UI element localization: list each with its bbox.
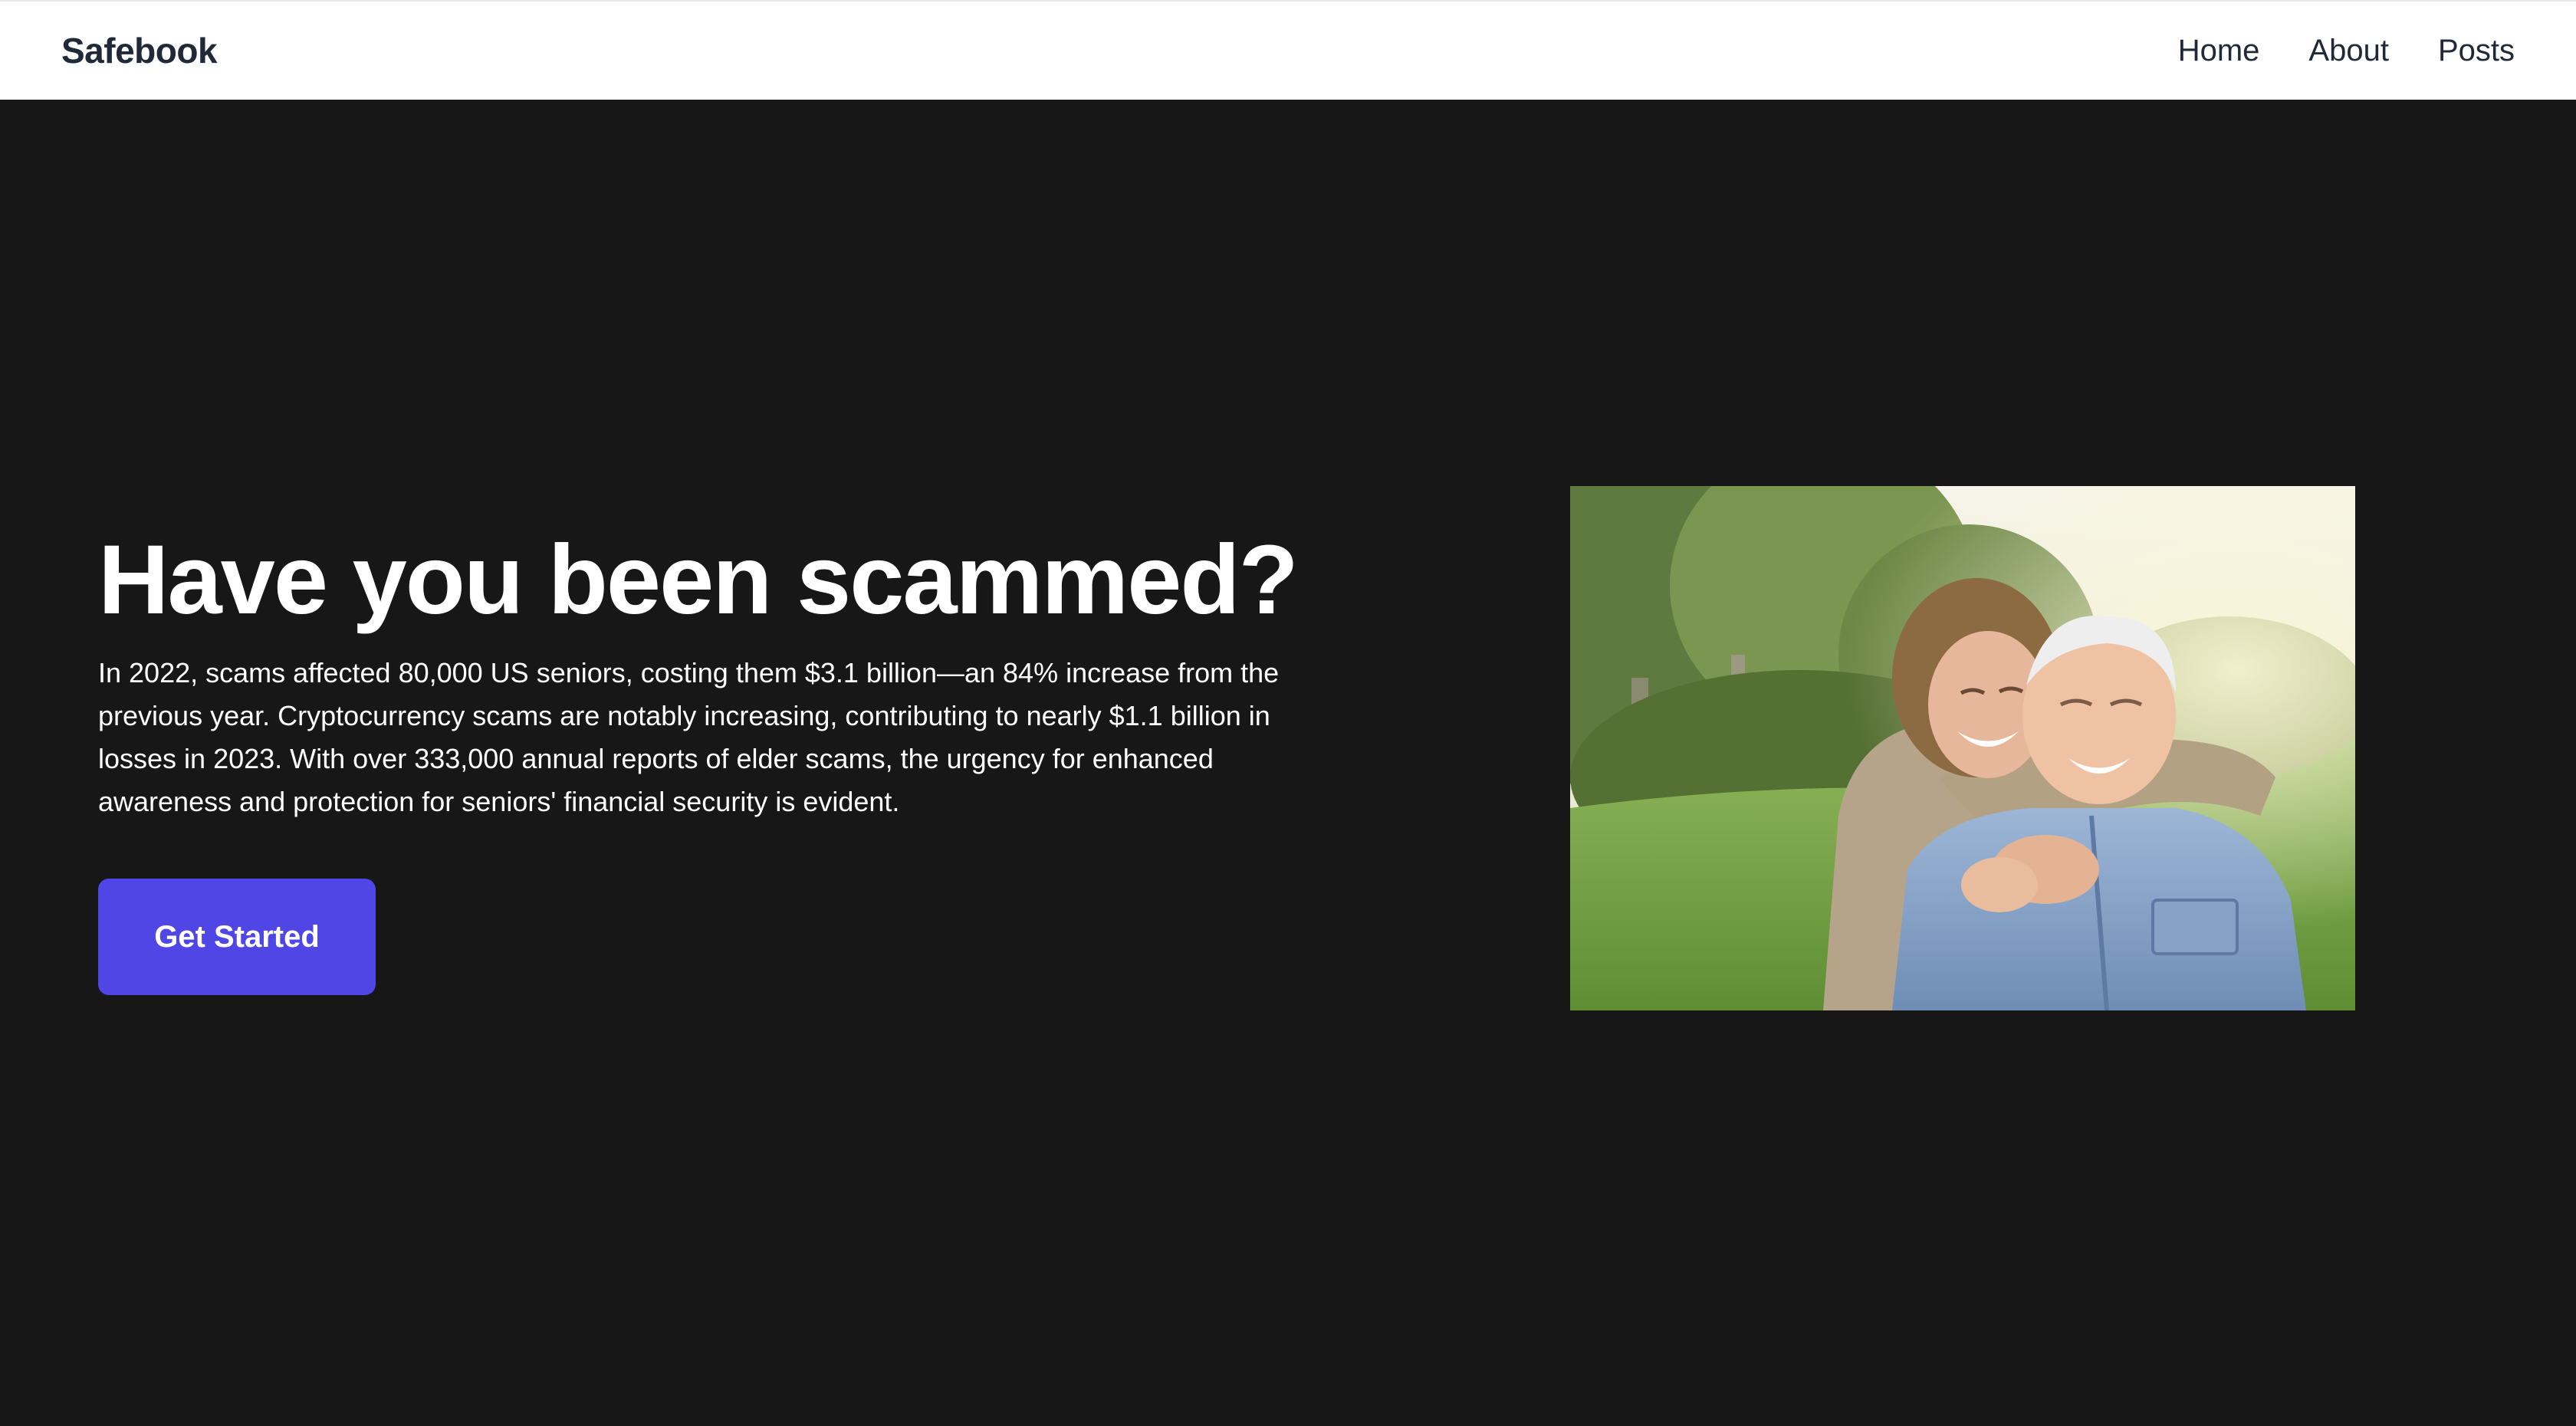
hero-section: Have you been scammed? In 2022, scams af… [0, 100, 2576, 1426]
hero-image [1570, 486, 2355, 1010]
brand-logo[interactable]: Safebook [61, 30, 218, 71]
couple-photo [1570, 486, 2355, 1010]
nav-link-about[interactable]: About [2308, 34, 2389, 68]
nav-link-home[interactable]: Home [2178, 34, 2260, 68]
navbar: Safebook Home About Posts [0, 0, 2576, 100]
nav-link-posts[interactable]: Posts [2438, 34, 2515, 68]
hero-content: Have you been scammed? In 2022, scams af… [98, 525, 1325, 996]
nav-links: Home About Posts [2178, 34, 2515, 68]
hero-title: Have you been scammed? [98, 525, 1299, 635]
hero-description: In 2022, scams affected 80,000 US senior… [98, 657, 1280, 818]
get-started-button[interactable]: Get Started [98, 879, 376, 996]
